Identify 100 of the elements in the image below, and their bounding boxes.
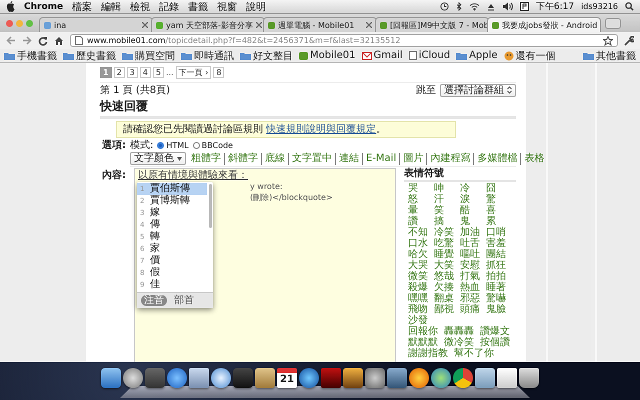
browser-tab[interactable]: yam 天空部落-影音分享 — [151, 17, 265, 32]
wrench-icon[interactable] — [624, 36, 634, 46]
menu-item[interactable]: 檔案 — [72, 0, 92, 14]
browser-tab[interactable]: ina — [39, 17, 153, 32]
app-icon[interactable] — [519, 368, 539, 388]
app-icon[interactable] — [123, 368, 143, 388]
bookmark[interactable]: Apple — [456, 50, 498, 61]
emoticon-link[interactable]: 暈 — [408, 205, 428, 216]
mode-radio[interactable]: HTML — [157, 140, 189, 151]
emoticon-link[interactable]: 汗 — [434, 194, 454, 205]
format-link[interactable]: 斜體字 — [224, 152, 261, 164]
format-link[interactable]: 連結 — [335, 152, 362, 164]
page-link[interactable]: 3 — [126, 67, 138, 78]
emoticon-link[interactable]: 吐舌 — [460, 238, 480, 249]
browser-tab[interactable]: 週單電腦 - Mobile01 — [263, 17, 377, 32]
wifi-icon[interactable] — [468, 2, 480, 10]
bookmark[interactable]: 手機書籤 — [4, 48, 57, 62]
browser-tab[interactable]: 我要成jobs發狀 - Android — [487, 17, 601, 32]
emoticon-link[interactable]: 讚爆文 — [480, 326, 510, 337]
emoticon-link[interactable]: 團結 — [486, 249, 506, 260]
format-link[interactable]: E-Mail — [362, 152, 400, 164]
format-link[interactable]: 多媒體檔 — [473, 152, 520, 164]
app-icon[interactable] — [431, 368, 451, 388]
emoticon-link[interactable]: 打氣 — [460, 271, 480, 282]
app-icon[interactable] — [167, 368, 187, 388]
emoticon-link[interactable]: 驚嚇 — [486, 293, 506, 304]
eject-icon[interactable] — [486, 2, 495, 10]
reload-icon[interactable] — [38, 36, 48, 46]
emoticon-link[interactable]: 搞 — [434, 216, 454, 227]
emoticon-link[interactable]: 按個讚 — [480, 337, 510, 348]
close-icon[interactable] — [366, 22, 372, 28]
emoticon-link[interactable]: 翻桌 — [434, 293, 454, 304]
page-link[interactable]: 4 — [140, 67, 151, 78]
home-icon[interactable] — [54, 36, 64, 46]
clock-text[interactable]: 下午6:17 — [536, 0, 574, 13]
emoticon-link[interactable]: 酷 — [460, 205, 480, 216]
emoticon-link[interactable]: 睡覺 — [434, 249, 454, 260]
page-link[interactable]: 1 — [100, 67, 112, 78]
emoticon-link[interactable]: 吃驚 — [434, 238, 454, 249]
forum-select[interactable]: 選擇討論群組 — [440, 84, 516, 96]
bluetooth-icon[interactable] — [456, 2, 462, 11]
format-link[interactable]: 圖片 — [399, 152, 426, 164]
text-color-select[interactable]: 文字顏色 — [130, 152, 186, 165]
emoticon-link[interactable]: 大哭 — [408, 260, 428, 271]
bookmark[interactable]: Gmail — [362, 50, 403, 61]
page-link[interactable]: 5 — [152, 67, 164, 78]
input-mode-button[interactable]: 部首 — [171, 295, 197, 306]
emoticon-link[interactable]: 鄙視 — [434, 304, 454, 315]
menu-item[interactable]: 編輯 — [101, 0, 122, 14]
emoticon-link[interactable]: 不知 — [408, 227, 428, 238]
rules-link[interactable]: 快速規則說明與回覆規定 — [266, 124, 376, 135]
bookmark[interactable]: 購買空間 — [122, 48, 175, 62]
emoticon-link[interactable]: 累 — [486, 216, 506, 227]
emoticon-link[interactable]: 讚 — [408, 216, 428, 227]
emoticon-link[interactable]: 幫不了你 — [454, 348, 494, 359]
emoticon-link[interactable]: 加油 — [460, 227, 480, 238]
menu-item[interactable]: 視窗 — [217, 0, 238, 14]
search-icon[interactable] — [625, 2, 634, 11]
menu-item[interactable]: 記錄 — [159, 0, 180, 14]
emoticon-link[interactable]: 口水 — [408, 238, 428, 249]
emoticon-link[interactable]: 謝謝指教 — [408, 348, 448, 359]
bookmark[interactable]: 好文整目 — [240, 48, 293, 62]
emoticon-link[interactable]: 哈欠 — [408, 249, 428, 260]
calendar-icon[interactable]: 21 — [277, 368, 297, 388]
page-link[interactable]: 2 — [114, 67, 125, 78]
bookmark[interactable]: 其他書籤 — [583, 48, 636, 62]
app-icon[interactable] — [409, 368, 429, 388]
format-link[interactable]: 內建程寫 — [426, 152, 474, 164]
emoticon-link[interactable]: 微笑 — [408, 271, 428, 282]
menu-item[interactable]: 書籤 — [188, 0, 208, 14]
bookmark[interactable]: 歷史書籤 — [63, 48, 116, 62]
emoticon-link[interactable]: 驚 — [486, 194, 506, 205]
format-link[interactable]: 底線 — [261, 152, 288, 164]
page-link[interactable]: 8 — [213, 67, 224, 78]
bookmark[interactable]: 即時通訊 — [181, 48, 234, 62]
emoticon-link[interactable]: 安慰 — [460, 260, 480, 271]
emoticon-link[interactable]: 邪惡 — [460, 293, 480, 304]
bookmark[interactable]: Mobile01 — [299, 50, 356, 61]
input-mode-button[interactable]: 注音 — [141, 295, 167, 306]
emoticon-link[interactable]: 抓狂 — [486, 260, 506, 271]
emoticon-link[interactable]: 殺爆 — [408, 282, 428, 293]
emoticon-link[interactable]: 冷 — [460, 183, 480, 194]
emoticon-link[interactable]: 鬼 — [460, 216, 480, 227]
mode-radio[interactable]: BBCode — [192, 140, 233, 151]
emoticon-link[interactable]: 默默默 — [408, 337, 438, 348]
emoticon-link[interactable]: 怒 — [408, 194, 428, 205]
emoticon-link[interactable]: 鬼臉 — [486, 304, 506, 315]
bookmark[interactable]: iCloud — [408, 50, 450, 61]
emoticon-link[interactable]: 回報你 — [408, 326, 438, 337]
emoticon-link[interactable]: 悠哉 — [434, 271, 454, 282]
emoticon-link[interactable]: 喜 — [486, 205, 506, 216]
emoticon-link[interactable]: 飛吻 — [408, 304, 428, 315]
emoticon-link[interactable]: 嘿嘿 — [408, 293, 428, 304]
menu-item[interactable]: 檢視 — [130, 0, 150, 14]
menu-item[interactable]: 說明 — [246, 0, 266, 14]
close-icon[interactable] — [256, 22, 262, 28]
emoticon-link[interactable]: 淚 — [460, 194, 480, 205]
emoticon-link[interactable]: 熱血 — [460, 282, 480, 293]
format-link[interactable]: 文字置中 — [288, 152, 335, 164]
emoticon-link[interactable]: 害羞 — [486, 238, 506, 249]
